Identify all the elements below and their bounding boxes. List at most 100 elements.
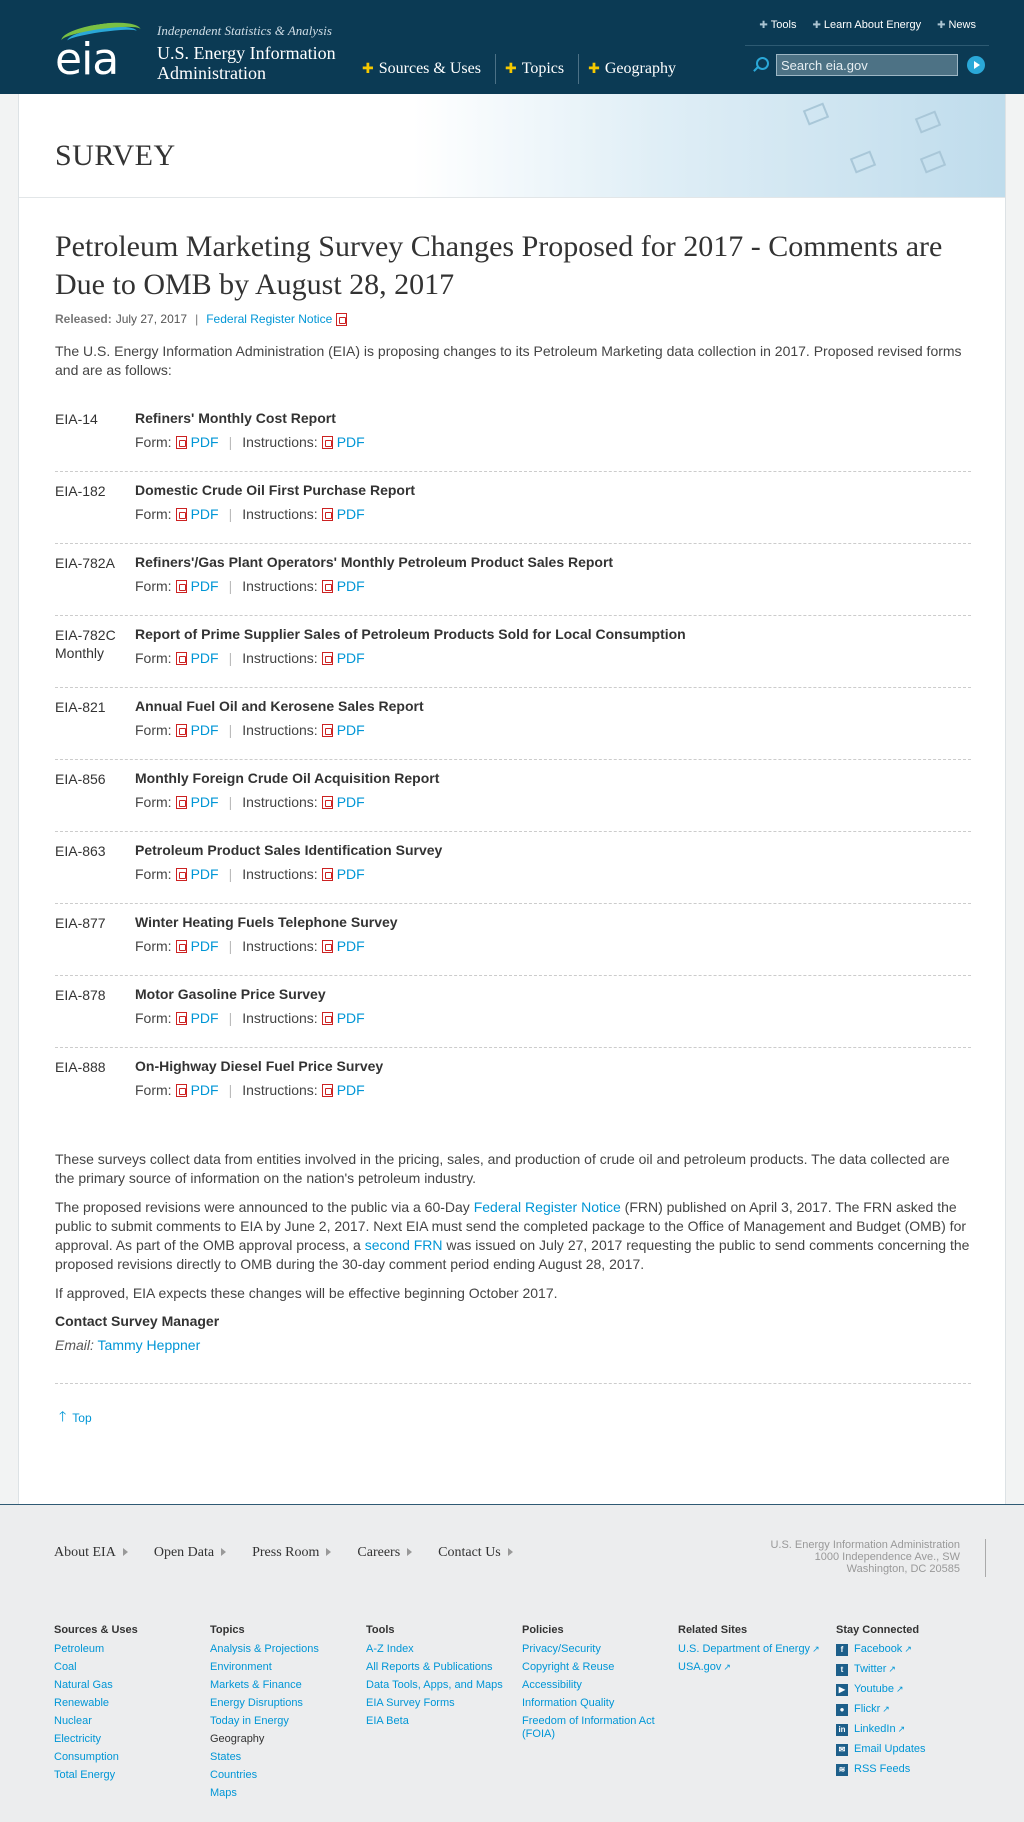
- footer-link[interactable]: All Reports & Publications: [366, 1661, 522, 1674]
- instructions-pdf-link[interactable]: PDF: [337, 866, 365, 882]
- eia-logo[interactable]: eia Independent Statistics & Analysis U.…: [55, 18, 336, 85]
- instructions-pdf-link[interactable]: PDF: [337, 1010, 365, 1026]
- instructions-pdf-link[interactable]: PDF: [337, 650, 365, 666]
- nav-geography[interactable]: ✚ Geography: [579, 54, 690, 84]
- federal-register-notice-link[interactable]: Federal Register Notice: [206, 312, 332, 326]
- form-code: EIA-877: [55, 914, 125, 932]
- form-pdf-link[interactable]: PDF: [191, 1010, 219, 1026]
- footer-link[interactable]: Total Energy: [54, 1769, 210, 1782]
- footer-link[interactable]: Electricity: [54, 1733, 210, 1746]
- nav-sources-uses[interactable]: ✚ Sources & Uses: [353, 54, 496, 84]
- form-pdf-link[interactable]: PDF: [191, 1082, 219, 1098]
- instructions-pdf-link[interactable]: PDF: [337, 938, 365, 954]
- separator: |: [228, 578, 233, 594]
- footer-nav-item[interactable]: Contact Us: [438, 1545, 513, 1561]
- form-pdf-link[interactable]: PDF: [191, 506, 219, 522]
- form-pdf-link[interactable]: PDF: [191, 722, 219, 738]
- form-pdf-link[interactable]: PDF: [191, 938, 219, 954]
- form-pdf-link[interactable]: PDF: [191, 578, 219, 594]
- footer-nav-item[interactable]: About EIA: [54, 1545, 128, 1561]
- instructions-label: Instructions:: [242, 1082, 318, 1098]
- paragraph-effective: If approved, EIA expects these changes w…: [55, 1285, 558, 1301]
- form-links: Form: PDF | Instructions: PDF: [135, 578, 365, 594]
- util-nav-label: Learn About Energy: [823, 19, 922, 31]
- social-icon: ≋: [836, 1763, 848, 1776]
- external-link-icon: ↗: [723, 1662, 731, 1672]
- footer-link[interactable]: Natural Gas: [54, 1679, 210, 1692]
- form-code-text: EIA-821: [55, 699, 106, 715]
- form-name: Motor Gasoline Price Survey: [135, 986, 326, 1002]
- footer-link[interactable]: U.S. Department of Energy ↗: [678, 1643, 836, 1656]
- form-pdf-link[interactable]: PDF: [191, 794, 219, 810]
- instructions-pdf-link[interactable]: PDF: [337, 722, 365, 738]
- survey-banner: SURVEY: [19, 94, 1005, 198]
- util-nav-news[interactable]: ✚ News: [937, 19, 976, 31]
- form-pdf-link[interactable]: PDF: [191, 866, 219, 882]
- footer-link[interactable]: A-Z Index: [366, 1643, 522, 1656]
- paragraph-revisions: The proposed revisions were announced to…: [55, 1198, 971, 1274]
- social-link[interactable]: f Facebook ↗: [836, 1643, 994, 1656]
- footer-link[interactable]: Accessibility: [522, 1679, 678, 1692]
- nav-topics[interactable]: ✚ Topics: [496, 54, 580, 84]
- search-input[interactable]: [776, 54, 958, 76]
- footer-link[interactable]: Data Tools, Apps, and Maps: [366, 1679, 522, 1692]
- footer-link[interactable]: Freedom of Information Act (FOIA): [522, 1715, 678, 1741]
- instructions-pdf-link[interactable]: PDF: [337, 506, 365, 522]
- email-link[interactable]: Tammy Heppner: [98, 1337, 201, 1353]
- util-nav-learn[interactable]: ✚ Learn About Energy: [812, 19, 921, 31]
- footer-link[interactable]: Copyright & Reuse: [522, 1661, 678, 1674]
- released-date: July 27, 2017: [115, 312, 188, 326]
- form-row: EIA-182 Domestic Crude Oil First Purchas…: [55, 472, 971, 544]
- util-nav-tools[interactable]: ✚ Tools: [759, 19, 796, 31]
- footer-link[interactable]: EIA Survey Forms: [366, 1697, 522, 1710]
- social-link[interactable]: ▶ Youtube ↗: [836, 1683, 994, 1696]
- social-link[interactable]: ● Flickr ↗: [836, 1703, 994, 1716]
- social-link[interactable]: ≋ RSS Feeds: [836, 1763, 994, 1776]
- separator: |: [195, 312, 199, 326]
- instructions-pdf-link[interactable]: PDF: [337, 794, 365, 810]
- footer-nav-item[interactable]: Careers: [357, 1545, 413, 1561]
- form-row: EIA-856 Monthly Foreign Crude Oil Acquis…: [55, 760, 971, 832]
- plus-icon: ✚: [504, 61, 517, 77]
- instructions-pdf-link[interactable]: PDF: [337, 1082, 365, 1098]
- footer-link[interactable]: Privacy/Security: [522, 1643, 678, 1656]
- footer-link[interactable]: Petroleum: [54, 1643, 210, 1656]
- footer-nav-item[interactable]: Open Data: [154, 1545, 227, 1561]
- federal-register-notice-link-2[interactable]: Federal Register Notice: [474, 1199, 621, 1215]
- top-link[interactable]: Top: [72, 1411, 91, 1425]
- form-code: EIA-782A: [55, 554, 125, 572]
- footer-link[interactable]: Information Quality: [522, 1697, 678, 1710]
- social-link[interactable]: in LinkedIn ↗: [836, 1723, 994, 1736]
- footer-nav-item[interactable]: Press Room: [252, 1545, 332, 1561]
- footer-link[interactable]: Nuclear: [54, 1715, 210, 1728]
- footer-link[interactable]: Analysis & Projections: [210, 1643, 366, 1656]
- footer-column-heading: Topics: [210, 1624, 245, 1636]
- second-frn-link[interactable]: second FRN: [365, 1237, 443, 1253]
- footer-nav-label: Contact Us: [438, 1545, 501, 1560]
- form-code: EIA-782C Monthly: [55, 626, 125, 662]
- footer-link[interactable]: States: [210, 1751, 366, 1764]
- footer-link[interactable]: Markets & Finance: [210, 1679, 366, 1692]
- search-submit-button[interactable]: [967, 56, 985, 74]
- footer-link[interactable]: EIA Beta: [366, 1715, 522, 1728]
- footer-link[interactable]: USA.gov ↗: [678, 1661, 836, 1674]
- release-info: Released: July 27, 2017 | Federal Regist…: [55, 312, 971, 326]
- instructions-pdf-link[interactable]: PDF: [337, 434, 365, 450]
- footer-link[interactable]: Renewable: [54, 1697, 210, 1710]
- footer-link[interactable]: Energy Disruptions: [210, 1697, 366, 1710]
- footer-link[interactable]: Countries: [210, 1769, 366, 1782]
- form-label: Form:: [135, 1082, 172, 1098]
- form-links: Form: PDF | Instructions: PDF: [135, 1010, 365, 1026]
- footer-link[interactable]: Consumption: [54, 1751, 210, 1764]
- social-link[interactable]: ✉ Email Updates: [836, 1743, 994, 1756]
- social-link[interactable]: t Twitter ↗: [836, 1663, 994, 1676]
- instructions-pdf-link[interactable]: PDF: [337, 578, 365, 594]
- footer-link[interactable]: Today in Energy: [210, 1715, 366, 1728]
- footer-link[interactable]: Environment: [210, 1661, 366, 1674]
- back-to-top[interactable]: 🡑 Top: [55, 1406, 971, 1430]
- form-pdf-link[interactable]: PDF: [191, 650, 219, 666]
- footer-link[interactable]: Coal: [54, 1661, 210, 1674]
- form-pdf-link[interactable]: PDF: [191, 434, 219, 450]
- footer-link[interactable]: Maps: [210, 1787, 366, 1800]
- caret-right-icon: [326, 1548, 332, 1556]
